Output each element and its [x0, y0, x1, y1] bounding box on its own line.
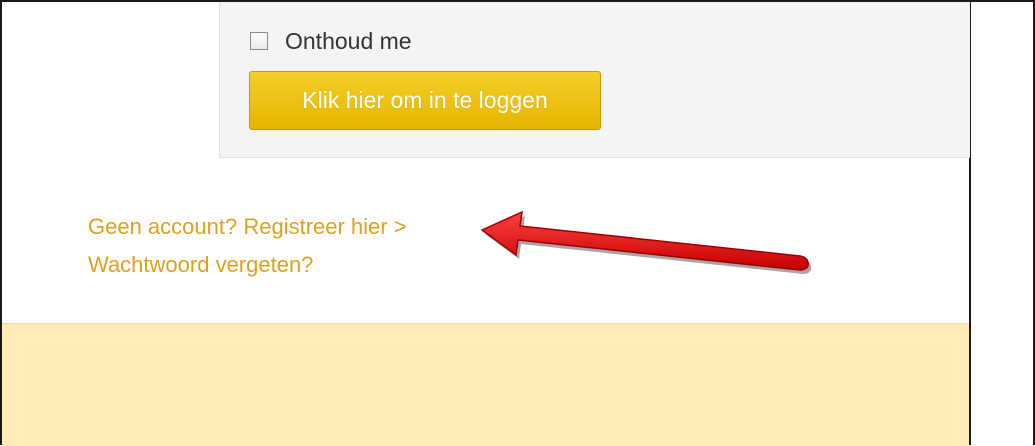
- remember-me-checkbox[interactable]: [250, 32, 268, 50]
- footer-band: [2, 323, 969, 446]
- red-arrow-icon: [480, 210, 812, 274]
- account-links: Geen account? Registreer hier > Wachtwoo…: [88, 208, 407, 284]
- forgot-password-link[interactable]: Wachtwoord vergeten?: [88, 246, 407, 284]
- remember-me-label[interactable]: Onthoud me: [285, 28, 412, 55]
- register-link[interactable]: Geen account? Registreer hier >: [88, 208, 407, 246]
- remember-me-row[interactable]: Onthoud me: [250, 26, 412, 56]
- login-button[interactable]: Klik hier om in te loggen: [249, 71, 601, 130]
